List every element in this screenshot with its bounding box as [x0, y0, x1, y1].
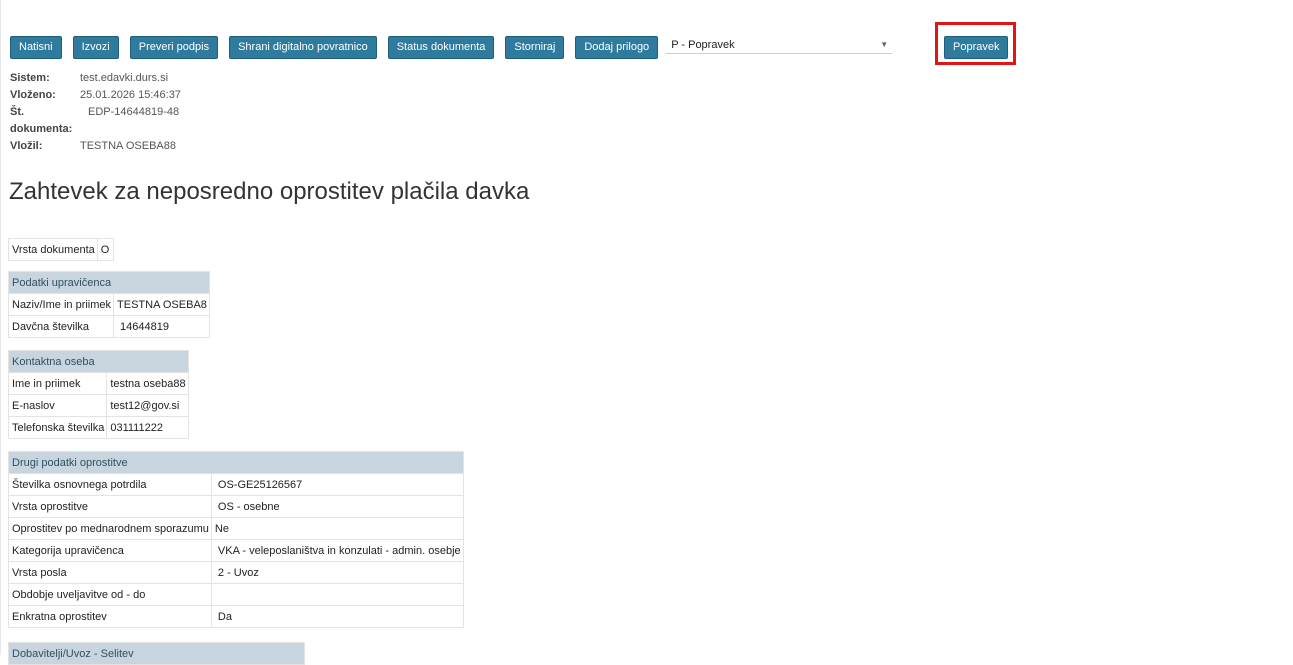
exemption-header: Drugi podatki oprostitve: [8, 451, 464, 474]
meta-submitted-value: 25.01.2026 15:46:37: [80, 89, 181, 101]
table-row: Enkratna oprostitev Da: [8, 605, 464, 628]
exemption-row-value: Da: [210, 605, 464, 628]
table-row: Ime in priimek testna oseba88: [7, 372, 189, 395]
exemption-table: Drugi podatki oprostitve Številka osnovn…: [8, 451, 464, 628]
exemption-row-label: Obdobje uveljavitve od - do: [8, 583, 212, 606]
document-type-table: Vrsta dokumenta O: [8, 238, 115, 261]
contact-email-value: test12@gov.si: [106, 394, 189, 417]
contact-name-value: testna oseba88: [106, 372, 189, 395]
beneficiary-tax-label: Davčna številka: [7, 315, 115, 338]
exemption-row-label: Kategorija upravičenca: [8, 539, 212, 562]
beneficiary-tax-value: 14644819: [113, 315, 210, 338]
table-row: Davčna številka 14644819: [7, 315, 210, 338]
add-attachment-button[interactable]: Dodaj prilogo: [575, 36, 659, 59]
beneficiary-table: Podatki upravičenca Naziv/Ime in priimek…: [7, 271, 210, 338]
table-row: Obdobje uveljavitve od - do: [8, 583, 464, 606]
contact-header: Kontaktna oseba: [8, 350, 189, 373]
table-row: E-naslov test12@gov.si: [7, 394, 189, 417]
document-meta: Sistem: test.edavki.durs.si Vloženo: 25.01…: [10, 70, 181, 155]
cancel-document-button[interactable]: Storniraj: [505, 36, 565, 59]
exemption-row-value: [210, 583, 464, 606]
table-row: Oprostitev po mednarodnem sporazumu Ne: [8, 517, 464, 540]
highlight-box: Popravek: [935, 22, 1016, 65]
meta-system-label: Sistem:: [10, 72, 50, 84]
contact-email-label: E-naslov: [7, 394, 108, 417]
table-row: Naziv/Ime in priimek TESTNA OSEBA8: [7, 293, 210, 316]
chevron-down-icon: ▼: [880, 40, 889, 49]
exemption-row-value: OS-GE25126567: [210, 473, 464, 496]
save-receipt-button[interactable]: Shrani digitalno povratnico: [229, 36, 377, 59]
beneficiary-name-value: TESTNA OSEBA8: [113, 293, 210, 316]
print-button[interactable]: Natisni: [10, 36, 62, 59]
beneficiary-header: Podatki upravičenca: [8, 271, 210, 294]
meta-system-value: test.edavki.durs.si: [80, 72, 169, 84]
exemption-row-value: Ne: [210, 517, 464, 540]
exemption-row-label: Oprostitev po mednarodnem sporazumu: [8, 517, 212, 540]
contact-name-label: Ime in priimek: [7, 372, 108, 395]
contact-phone-label: Telefonska številka: [7, 416, 108, 439]
page-title: Zahtevek za neposredno oprostitev plačil…: [9, 178, 530, 205]
table-row: Vrsta posla 2 - Uvoz: [8, 561, 464, 584]
meta-submitter-value: TESTNA OSEBA88: [80, 140, 176, 152]
table-row: Vrsta oprostitve OS - osebne: [8, 495, 464, 518]
correction-type-select[interactable]: P - Popravek ▼: [666, 37, 893, 54]
exemption-row-value: 2 - Uvoz: [210, 561, 464, 584]
meta-submitter-label: Vložil:: [10, 140, 43, 152]
contact-table: Kontaktna oseba Ime in priimek testna os…: [7, 350, 189, 439]
document-status-button[interactable]: Status dokumenta: [387, 36, 495, 59]
beneficiary-name-label: Naziv/Ime in priimek: [7, 293, 115, 316]
exemption-row-value: OS - osebne: [210, 495, 464, 518]
table-row: Vrsta dokumenta O: [8, 238, 115, 261]
correction-button[interactable]: Popravek: [944, 36, 1009, 59]
verify-signature-button[interactable]: Preveri podpis: [129, 36, 219, 59]
export-button[interactable]: Izvozi: [72, 36, 119, 59]
suppliers-table: Dobavitelji/Uvoz - Selitev: [8, 642, 305, 665]
exemption-row-label: Vrsta oprostitve: [8, 495, 212, 518]
table-row: Kategorija upravičenca VKA - veleposlani…: [8, 539, 464, 562]
exemption-row-label: Enkratna oprostitev: [8, 605, 212, 628]
table-row: Telefonska številka 031111222: [7, 416, 189, 439]
meta-submitted-label: Vloženo:: [10, 89, 56, 101]
meta-docnum-value: EDP-14644819-48: [88, 106, 180, 118]
contact-phone-value: 031111222: [106, 416, 189, 439]
document-type-label: Vrsta dokumenta: [8, 238, 98, 261]
toolbar: Natisni Izvozi Preveri podpis Shrani dig…: [10, 36, 904, 59]
suppliers-header: Dobavitelji/Uvoz - Selitev: [8, 642, 305, 665]
exemption-row-label: Vrsta posla: [8, 561, 212, 584]
document-type-value: O: [96, 238, 115, 261]
meta-docnum-label: Št. dokumenta:: [10, 106, 73, 135]
exemption-row-value: VKA - veleposlaništva in konzulati - adm…: [210, 539, 464, 562]
correction-type-value: P - Popravek: [671, 39, 735, 51]
table-row: Številka osnovnega potrdila OS-GE2512656…: [8, 473, 464, 496]
exemption-row-label: Številka osnovnega potrdila: [8, 473, 212, 496]
